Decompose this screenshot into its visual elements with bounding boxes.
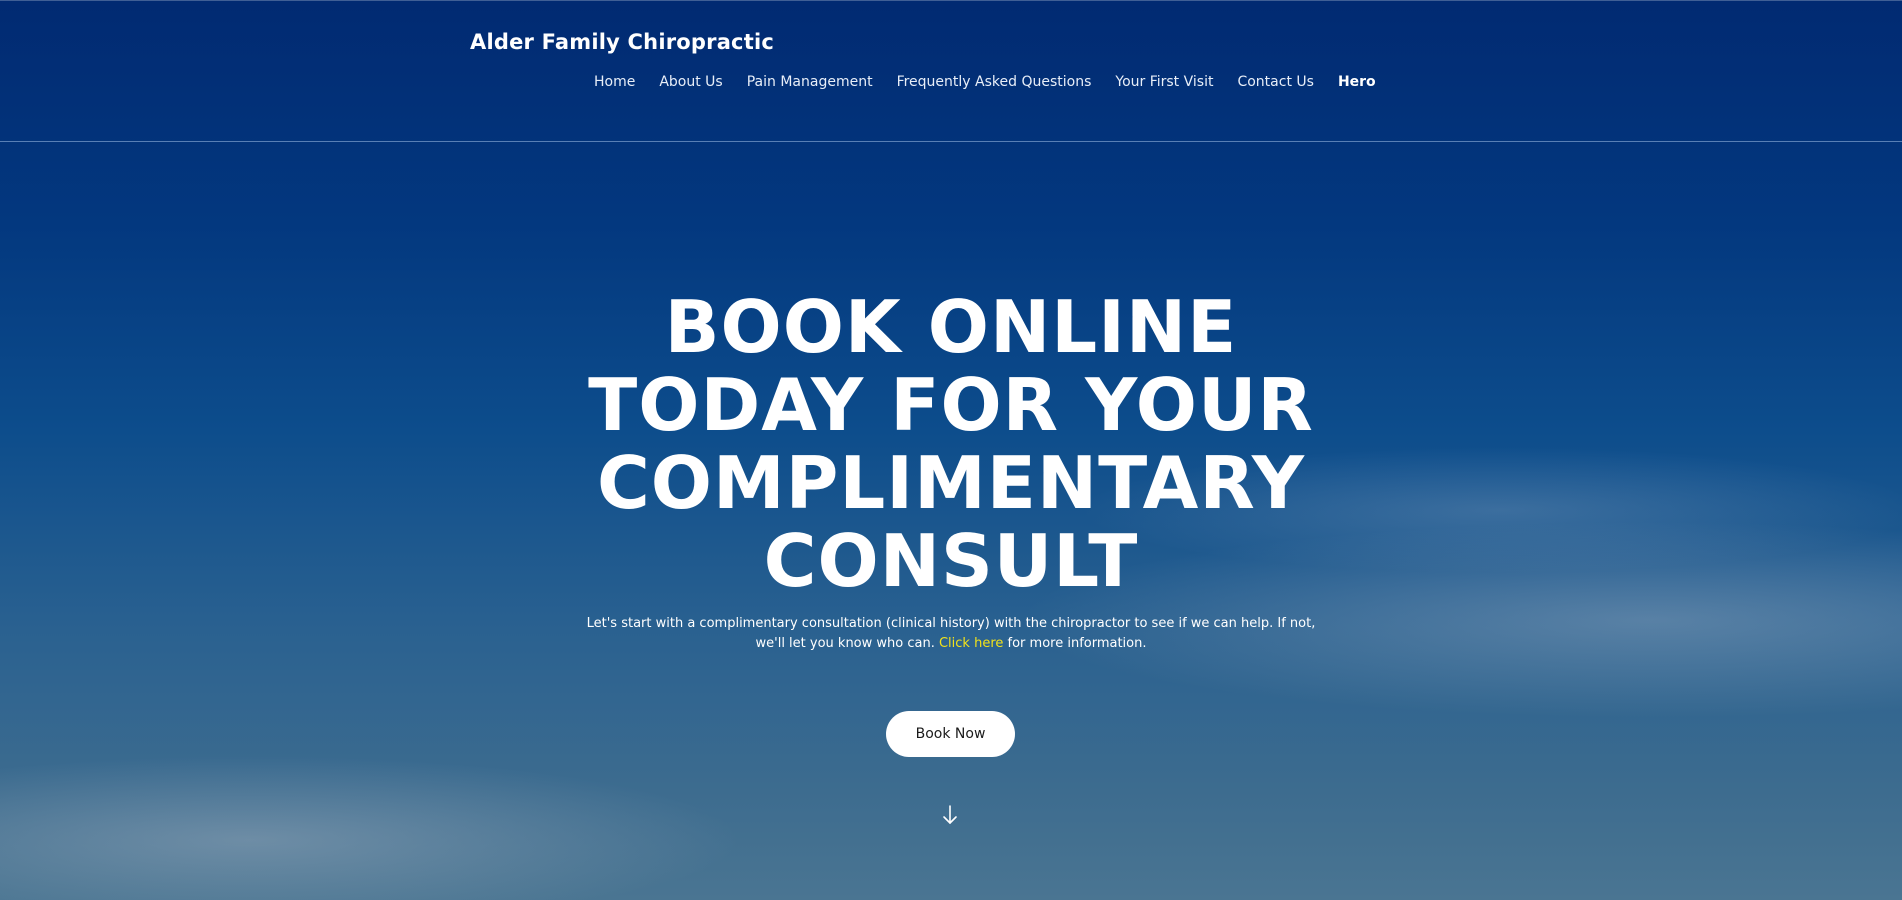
nav-item-hero[interactable]: Hero bbox=[1338, 74, 1376, 90]
nav-item-pain-management[interactable]: Pain Management bbox=[747, 74, 873, 90]
nav-item-home[interactable]: Home bbox=[594, 74, 635, 90]
hero-description: Let's start with a complimentary consult… bbox=[571, 614, 1331, 654]
book-now-button[interactable]: Book Now bbox=[886, 711, 1015, 757]
hero-heading-line: COMPLIMENTARY bbox=[596, 441, 1306, 525]
site-title[interactable]: Alder Family Chiropractic bbox=[470, 30, 774, 54]
arrow-down-icon[interactable] bbox=[940, 803, 960, 827]
nav-item-contact-us[interactable]: Contact Us bbox=[1237, 74, 1313, 90]
main-nav: Home About Us Pain Management Frequently… bbox=[594, 74, 1376, 90]
hero-heading-line: BOOK ONLINE bbox=[664, 285, 1238, 369]
top-divider bbox=[0, 0, 1902, 1]
page: Alder Family Chiropractic Home About Us … bbox=[0, 0, 1902, 900]
nav-item-about-us[interactable]: About Us bbox=[659, 74, 722, 90]
click-here-link[interactable]: Click here bbox=[939, 636, 1003, 651]
hero-heading: BOOK ONLINE TODAY FOR YOUR COMPLIMENTARY… bbox=[551, 288, 1351, 600]
hero-heading-line: CONSULT bbox=[763, 519, 1139, 603]
header-divider bbox=[0, 141, 1902, 142]
hero-description-text-end: for more information. bbox=[1003, 636, 1147, 651]
nav-item-faq[interactable]: Frequently Asked Questions bbox=[897, 74, 1092, 90]
hero-heading-line: TODAY FOR YOUR bbox=[588, 363, 1314, 447]
nav-item-first-visit[interactable]: Your First Visit bbox=[1115, 74, 1213, 90]
